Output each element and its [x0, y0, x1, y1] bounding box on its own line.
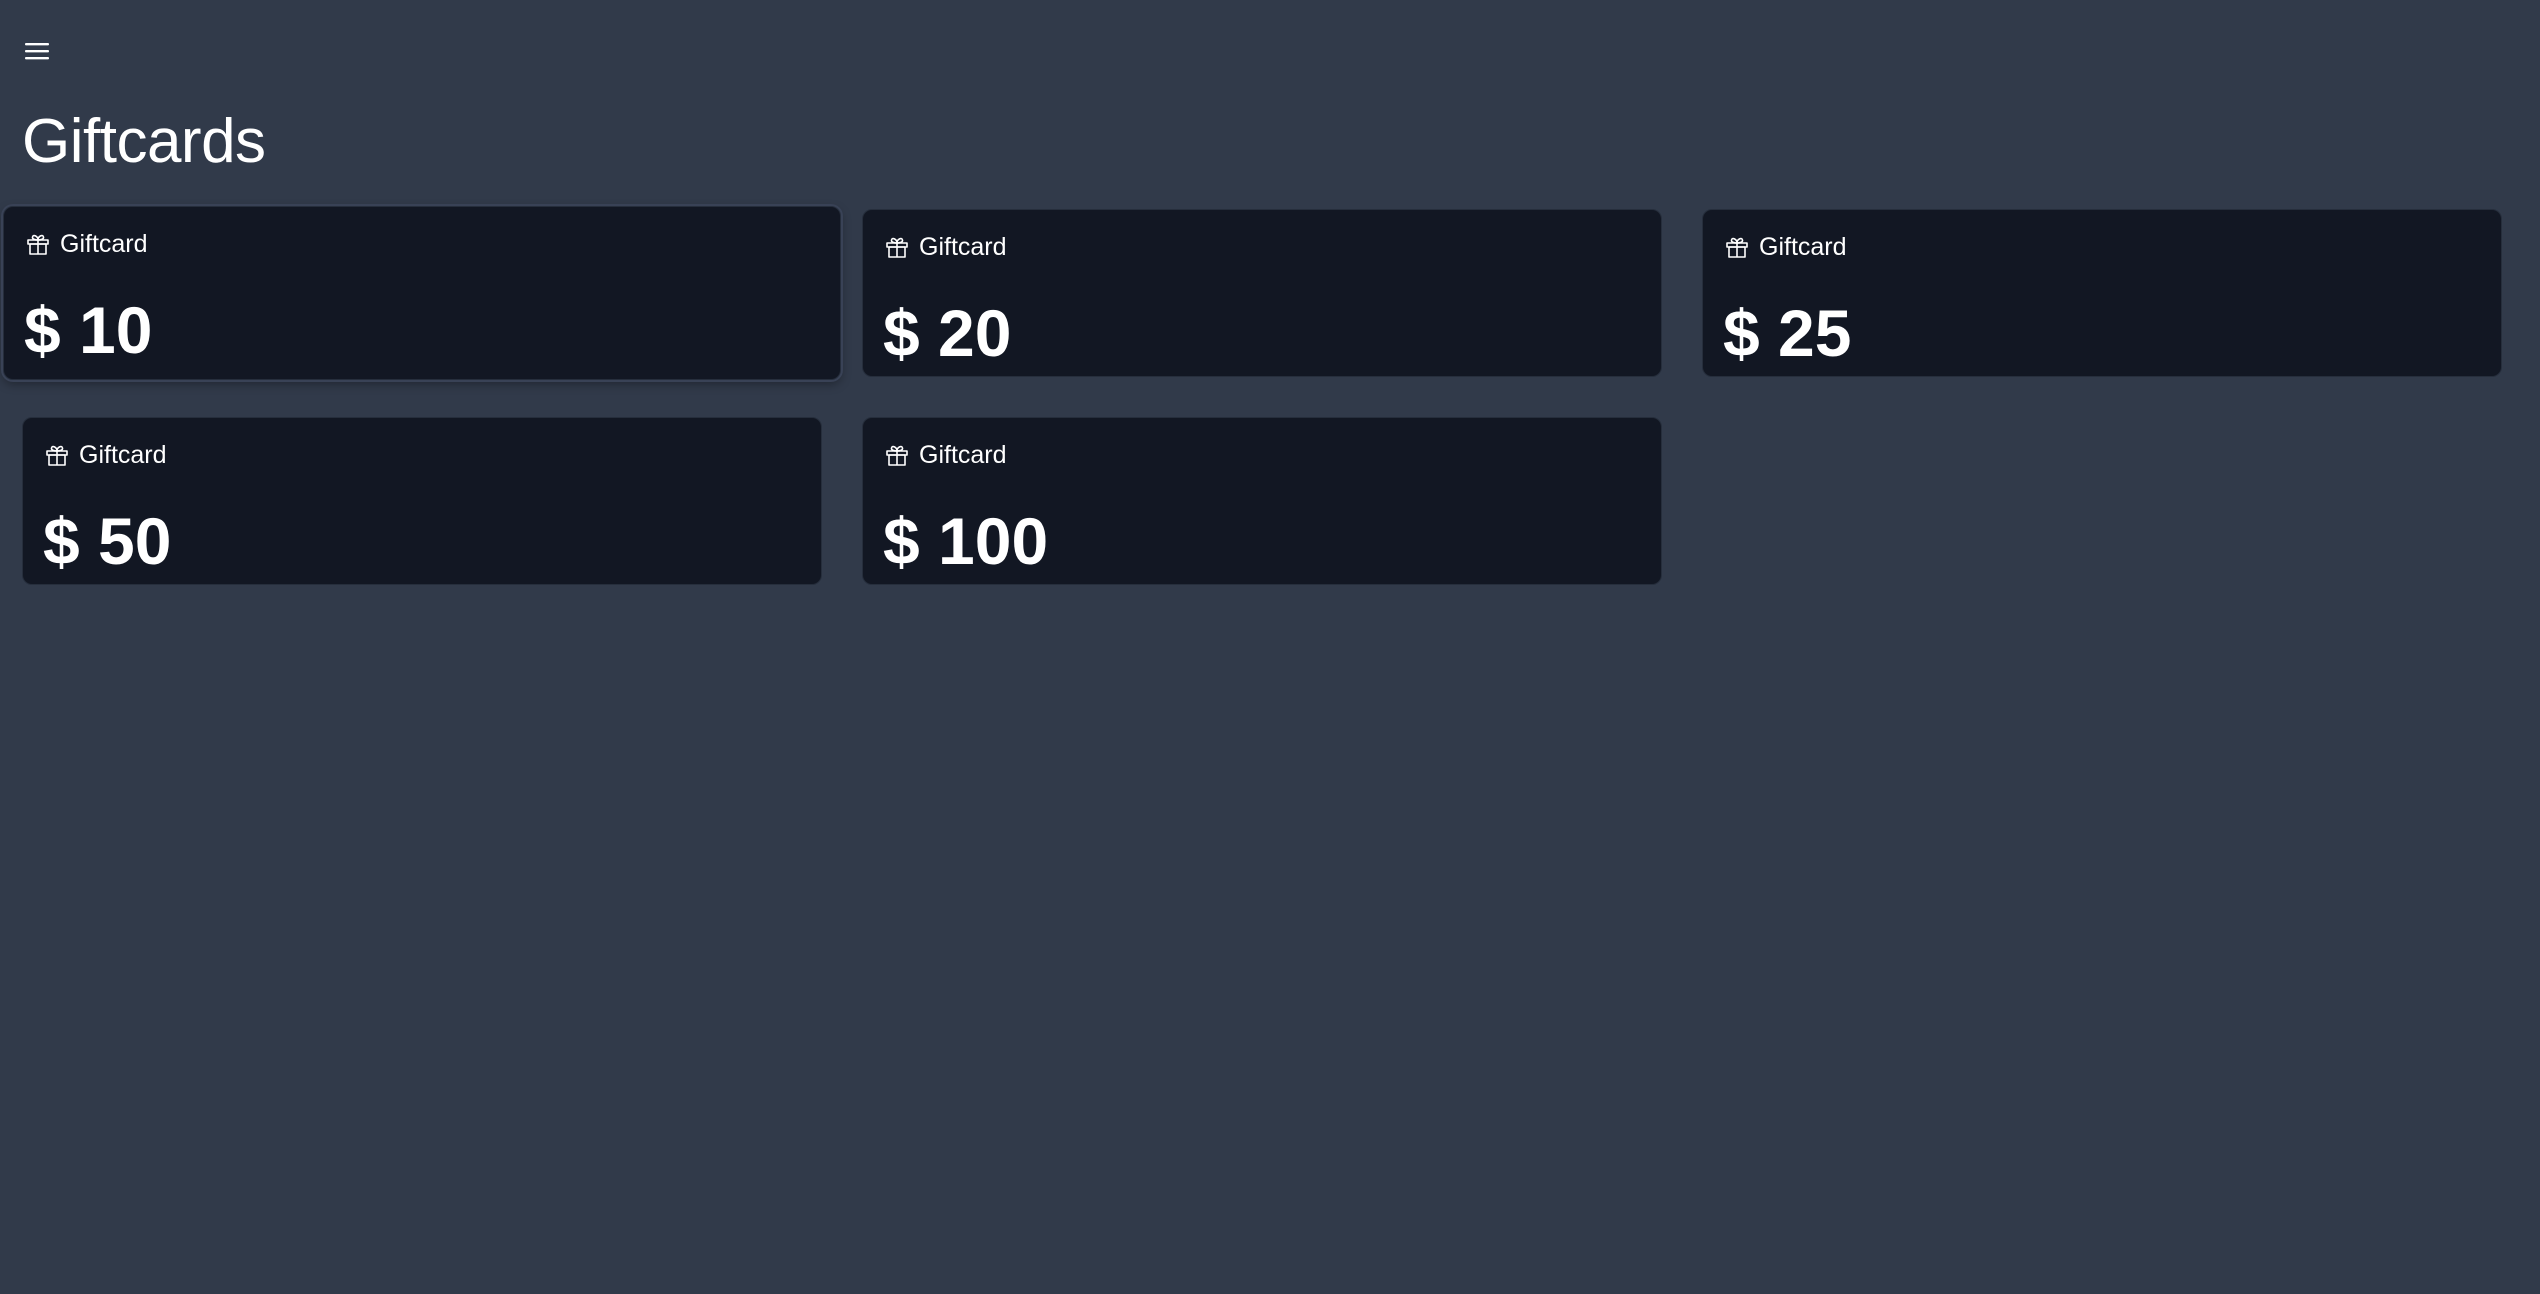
giftcard-card[interactable]: Giftcard $ 20	[862, 209, 1662, 377]
gift-icon	[886, 237, 908, 258]
giftcard-amount: $ 20	[883, 296, 1012, 370]
giftcard-card[interactable]: Giftcard $ 50	[22, 417, 822, 585]
gift-icon	[27, 234, 49, 255]
giftcard-label: Giftcard	[79, 441, 167, 469]
giftcard-header: Giftcard	[1725, 232, 1847, 262]
giftcard-amount: $ 25	[1723, 296, 1852, 370]
giftcard-header: Giftcard	[885, 232, 1007, 262]
menu-button[interactable]	[22, 36, 52, 66]
giftcard-amount: $ 10	[24, 293, 153, 367]
giftcard-header: Giftcard	[885, 440, 1007, 470]
giftcard-card[interactable]: Giftcard $ 10	[3, 206, 841, 380]
giftcard-amount: $ 50	[43, 504, 172, 578]
giftcard-amount: $ 100	[883, 504, 1049, 578]
giftcard-label: Giftcard	[919, 233, 1007, 261]
giftcard-label: Giftcard	[919, 441, 1007, 469]
giftcard-card[interactable]: Giftcard $ 25	[1702, 209, 2502, 377]
giftcard-label: Giftcard	[1759, 233, 1847, 261]
giftcard-header: Giftcard	[45, 440, 167, 470]
gift-icon	[46, 445, 68, 466]
gift-icon	[1726, 237, 1748, 258]
giftcard-label: Giftcard	[60, 230, 148, 258]
hamburger-menu-icon	[25, 43, 49, 60]
giftcard-header: Giftcard	[26, 229, 148, 259]
giftcard-card[interactable]: Giftcard $ 100	[862, 417, 1662, 585]
gift-icon	[886, 445, 908, 466]
page-title: Giftcards	[22, 107, 266, 176]
